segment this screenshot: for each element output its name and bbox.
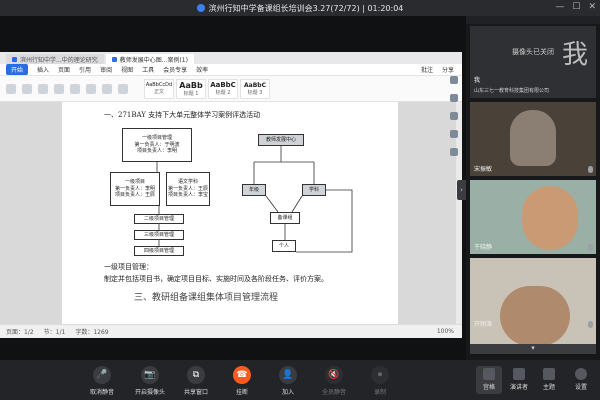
font-icon[interactable] [38,83,48,94]
camera-off-icon: 📷 [141,366,159,384]
collapse-sidebar-button[interactable]: › [457,180,466,200]
grid-view-button[interactable]: 宫格 [476,366,502,394]
gear-icon [575,368,587,380]
menu-member[interactable]: 会员专享 [163,65,187,74]
doc-tab-1[interactable]: 滨州行知中学...中的理论研究 [6,54,104,64]
side-tool-icon[interactable] [450,112,458,120]
doc-icon [12,56,17,62]
unmute-button[interactable]: 🎤 取消静音 [82,366,122,396]
grid-icon [483,368,495,380]
doc-paragraph-1: 一级项目管理： [104,263,153,271]
side-tool-icon[interactable] [450,148,458,156]
mic-icon [588,166,593,173]
video-feed [510,110,556,166]
style-heading1[interactable]: AaBb 标题 1 [176,78,206,99]
document-canvas: 一、271BAY 支持下大单元整体学习案例评选活动 一级项目管理 第一负责人：于… [0,102,462,324]
menu-page[interactable]: 页面 [58,65,70,74]
window-titlebar: 滨州行知中学备课组长培训会3.27(72/72) | 01:20:04 — ☐ … [0,0,600,16]
mic-off-icon: 🎤 [93,366,111,384]
add-user-button[interactable]: 👤 加入 [268,366,308,396]
close-icon[interactable]: ✕ [588,2,596,12]
status-zoom[interactable]: 100% [437,328,454,335]
participant-tile-me[interactable]: 摄像头已关闭 我 我 山东三七一教育科技集团有限公司 [470,26,596,98]
video-feed [500,286,570,346]
style-gallery: AaBbCcDd 正文 AaBb 标题 1 AaBbC 标题 2 AaBbC 标题 3 [144,78,270,99]
participant-tile-4[interactable]: 开翔涛 ▾ [470,258,596,354]
doc-paragraph-3: 三、教研组备课组集体项目管理流程 [134,293,279,303]
participant-sidebar: 摄像头已关闭 我 我 山东三七一教育科技集团有限公司 宋振敏 于晓静 开翔涛 ▾ [466,16,600,360]
status-section: 节：1/1 [43,329,66,336]
participant-name: 于晓静 [474,244,493,251]
style-heading3[interactable]: AaBbC 标题 3 [240,78,270,99]
align-icon[interactable] [102,83,112,94]
menu-start[interactable]: 开始 [6,64,29,75]
document-tabs: 滨州行知中学...中的理论研究 教师发展中心图...案例(1) [0,52,462,64]
participant-org: 山东三七一教育科技集团有限公司 [474,88,550,94]
mic-icon [588,244,593,251]
speaker-icon [513,368,525,380]
participant-tile-2[interactable]: 宋振敏 [470,102,596,176]
participant-name: 我 [474,77,481,84]
meeting-control-bar: 🎤 取消静音 📷 开启摄像头 ⧉ 共享窗口 ☎ 挂断 👤 加入 🔇 全员静音 ⏺… [0,360,600,400]
wps-document-window: 滨州行知中学...中的理论研究 教师发展中心图...案例(1) 开始 插入 页面… [0,52,462,338]
ribbon-toolbar: AaBbCcDd 正文 AaBb 标题 1 AaBbC 标题 2 AaBbC 标题 3 [0,76,462,102]
theme-button[interactable]: 主题 [536,368,562,391]
style-heading2[interactable]: AaBbC 标题 2 [208,78,238,99]
mute-all-icon: 🔇 [325,366,343,384]
menu-review[interactable]: 审阅 [100,65,112,74]
video-feed [522,186,578,250]
paste-icon[interactable] [6,83,16,94]
minimize-icon[interactable]: — [555,2,564,12]
theme-icon [543,368,555,380]
record-icon: ⏺ [371,366,389,384]
maximize-icon[interactable]: ☐ [572,2,580,12]
window-title: 滨州行知中学备课组长培训会3.27(72/72) | 01:20:04 [208,3,404,13]
add-user-icon: 👤 [279,366,297,384]
menu-reference[interactable]: 引用 [79,65,91,74]
status-words: 字数：1269 [75,329,109,336]
cut-icon[interactable] [22,83,32,94]
doc-side-tools [446,76,462,276]
mic-icon [588,321,593,328]
menu-efficiency[interactable]: 效率 [196,65,208,74]
share-window-button[interactable]: ⧉ 共享窗口 [176,366,216,396]
participant-name: 宋振敏 [474,166,493,173]
share-window-icon: ⧉ [187,366,205,384]
settings-button[interactable]: 设置 [568,368,594,391]
camera-button[interactable]: 📷 开启摄像头 [130,366,170,396]
participant-name: 开翔涛 [474,321,493,328]
list-icon[interactable] [118,83,128,94]
speaker-view-button[interactable]: 演讲者 [506,368,532,391]
menu-comment[interactable]: 批注 [421,65,433,74]
shared-screen-area: 滨州行知中学...中的理论研究 教师发展中心图...案例(1) 开始 插入 页面… [0,16,466,360]
italic-icon[interactable] [70,83,80,94]
scroll-down-icon[interactable]: ▾ [470,344,596,354]
hangup-button[interactable]: ☎ 挂断 [222,366,262,396]
side-tool-icon[interactable] [450,94,458,102]
hangup-icon: ☎ [233,366,251,384]
mute-all-button[interactable]: 🔇 全员静音 [314,366,354,396]
meeting-logo-icon [196,4,205,12]
menu-view[interactable]: 视图 [121,65,133,74]
doc-paragraph-2: 制定并包括项目书，确定项目目标、实施时间及各阶段任务、评价方案。 [104,275,328,283]
participant-tile-3[interactable]: 于晓静 [470,180,596,254]
style-normal[interactable]: AaBbCcDd 正文 [144,78,174,99]
status-bar: 页面：1/2 节：1/1 字数：1269 100% [0,324,462,338]
menu-tools[interactable]: 工具 [142,65,154,74]
side-tool-icon[interactable] [450,76,458,84]
sidebar-header [466,16,600,24]
doc-tab-2[interactable]: 教师发展中心图...案例(1) [105,54,194,64]
menu-insert[interactable]: 插入 [37,65,49,74]
side-tool-icon[interactable] [450,130,458,138]
underline-icon[interactable] [86,83,96,94]
doc-icon [111,56,117,62]
menu-bar: 开始 插入 页面 引用 审阅 视图 工具 会员专享 效率 批注 分享 [0,64,462,76]
bold-icon[interactable] [54,83,64,94]
avatar: 我 [561,40,588,70]
record-button[interactable]: ⏺ 录制 [360,366,400,396]
window-controls: — ☐ ✕ [555,2,596,12]
status-page: 页面：1/2 [6,329,34,336]
menu-share[interactable]: 分享 [442,65,454,74]
document-page[interactable]: 一、271BAY 支持下大单元整体学习案例评选活动 一级项目管理 第一负责人：于… [62,102,398,324]
